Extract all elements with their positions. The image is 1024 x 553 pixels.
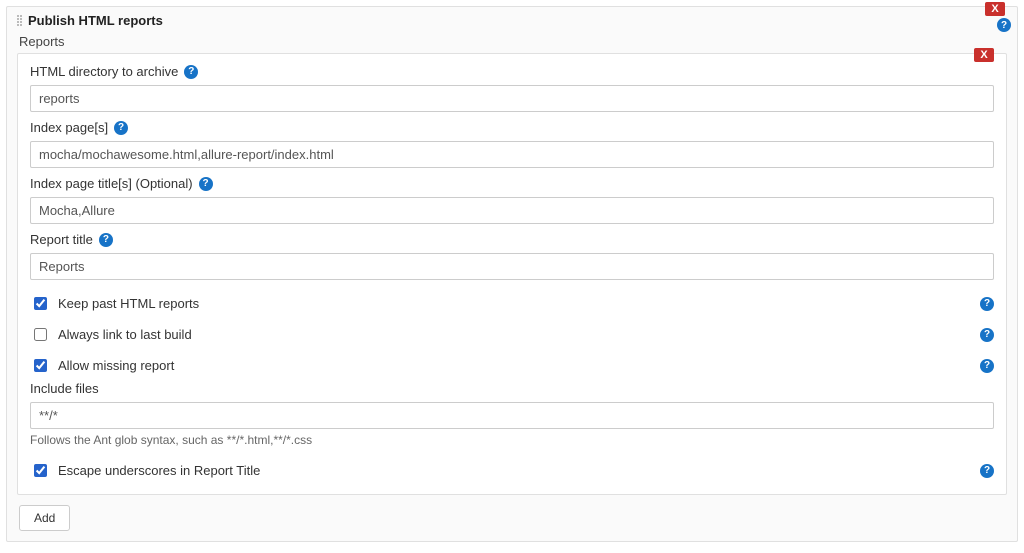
- add-button[interactable]: Add: [19, 505, 70, 531]
- delete-report-button[interactable]: X: [974, 48, 994, 62]
- section-header: Publish HTML reports: [17, 13, 1007, 28]
- include-files-hint: Follows the Ant glob syntax, such as **/…: [30, 433, 994, 447]
- html-dir-input[interactable]: [30, 85, 994, 112]
- allow-missing-checkbox[interactable]: [34, 359, 47, 372]
- report-title-field: Report title ?: [30, 232, 994, 280]
- index-titles-field: Index page title[s] (Optional) ?: [30, 176, 994, 224]
- html-dir-label: HTML directory to archive: [30, 64, 178, 79]
- escape-underscores-checkbox[interactable]: [34, 464, 47, 477]
- index-pages-label: Index page[s]: [30, 120, 108, 135]
- drag-handle-icon[interactable]: [17, 15, 22, 26]
- always-link-checkbox[interactable]: [34, 328, 47, 341]
- include-files-input[interactable]: [30, 402, 994, 429]
- publish-html-reports-section: X ? Publish HTML reports Reports X HTML …: [6, 6, 1018, 542]
- keep-past-row: Keep past HTML reports ?: [30, 288, 994, 319]
- include-files-label: Include files: [30, 381, 99, 396]
- always-link-row: Always link to last build ?: [30, 319, 994, 350]
- include-files-field: Include files Follows the Ant glob synta…: [30, 381, 994, 447]
- html-dir-field: HTML directory to archive ?: [30, 64, 994, 112]
- index-titles-input[interactable]: [30, 197, 994, 224]
- help-icon[interactable]: ?: [184, 65, 198, 79]
- help-icon[interactable]: ?: [980, 328, 994, 342]
- index-pages-input[interactable]: [30, 141, 994, 168]
- escape-underscores-label[interactable]: Escape underscores in Report Title: [58, 463, 260, 478]
- reports-subtitle: Reports: [19, 34, 1007, 49]
- keep-past-label[interactable]: Keep past HTML reports: [58, 296, 199, 311]
- section-title: Publish HTML reports: [28, 13, 163, 28]
- keep-past-checkbox[interactable]: [34, 297, 47, 310]
- reports-box: X HTML directory to archive ? Index page…: [17, 53, 1007, 495]
- escape-underscores-row: Escape underscores in Report Title ?: [30, 455, 994, 486]
- report-title-label: Report title: [30, 232, 93, 247]
- help-icon[interactable]: ?: [199, 177, 213, 191]
- allow-missing-label[interactable]: Allow missing report: [58, 358, 174, 373]
- always-link-label[interactable]: Always link to last build: [58, 327, 192, 342]
- help-icon[interactable]: ?: [980, 359, 994, 373]
- index-pages-field: Index page[s] ?: [30, 120, 994, 168]
- help-icon[interactable]: ?: [99, 233, 113, 247]
- allow-missing-row: Allow missing report ?: [30, 350, 994, 381]
- help-icon[interactable]: ?: [980, 464, 994, 478]
- index-titles-label: Index page title[s] (Optional): [30, 176, 193, 191]
- help-icon[interactable]: ?: [980, 297, 994, 311]
- report-title-input[interactable]: [30, 253, 994, 280]
- help-icon[interactable]: ?: [114, 121, 128, 135]
